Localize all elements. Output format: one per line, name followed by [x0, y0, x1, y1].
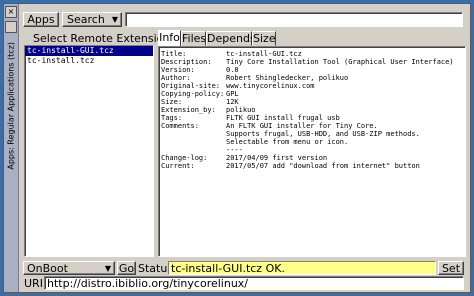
info-value: 2017/04/09 first version	[226, 154, 328, 162]
info-key: Title:	[161, 50, 187, 58]
info-key: Author:	[161, 74, 191, 82]
info-row: Author: Robert Shingledecker, polikuo	[161, 74, 463, 82]
info-row: Description: Tiny Core Installation Tool …	[161, 58, 463, 66]
info-row: Version: 0.8	[161, 66, 463, 74]
extension-list[interactable]: tc-install-GUI.tcz tc-install.tcz	[24, 45, 154, 257]
tab-size[interactable]: Size	[252, 31, 276, 46]
window-title: Apps: Regular Applications (tcz)	[6, 42, 16, 170]
info-key: Current:	[161, 162, 195, 170]
chevron-down-icon: ▼	[104, 264, 111, 273]
info-row: ----	[161, 146, 463, 154]
info-row: Size: 12K	[161, 98, 463, 106]
info-value: ----	[226, 146, 243, 154]
uri-input[interactable]: http://distro.ibiblio.org/tinycorelinux/	[44, 276, 464, 290]
status-field: tc-install-GUI.tcz OK.	[168, 261, 436, 275]
list-item[interactable]: tc-install.tcz	[25, 56, 153, 66]
info-key	[161, 138, 226, 146]
info-value: 0.8	[226, 66, 239, 74]
tab-files[interactable]: Files	[181, 31, 206, 46]
info-key: Version:	[161, 66, 195, 74]
info-row: Supports frugal, USB-HDD, and USB-ZIP me…	[161, 130, 463, 138]
info-value: An FLTK GUI installer for Tiny Core.	[226, 122, 378, 130]
info-row: Comments: An FLTK GUI installer for Tiny …	[161, 122, 463, 130]
info-key: Description:	[161, 58, 212, 66]
info-value: Tiny Core Installation Tool (Graphical U…	[226, 58, 454, 66]
info-value: FLTK GUI install frugal usb	[226, 114, 340, 122]
close-icon[interactable]: ×	[5, 6, 17, 18]
chevron-down-icon: ▼	[111, 15, 118, 24]
info-row: Copying-policy: GPL	[161, 90, 463, 98]
window-title-sidebar: × Apps: Regular Applications (tcz)	[4, 4, 19, 292]
search-input[interactable]	[125, 12, 463, 27]
info-row: Change-log: 2017/04/09 first version	[161, 154, 463, 162]
info-value: 2017/05/07 add "download from internet" …	[226, 162, 420, 170]
info-row: Title: tc-install-GUI.tcz	[161, 50, 463, 58]
info-value: Robert Shingledecker, polikuo	[226, 74, 349, 82]
apps-button[interactable]: Apps	[23, 12, 59, 27]
window-title-container: Apps: Regular Applications (tcz)	[5, 42, 17, 292]
appbrowser-window: × Apps: Regular Applications (tcz) Apps …	[3, 3, 471, 293]
set-button[interactable]: Set	[438, 261, 464, 275]
info-key	[161, 146, 226, 154]
info-key	[161, 130, 226, 138]
info-key: Size:	[161, 98, 183, 106]
info-row: Current: 2017/05/07 add "download from in…	[161, 162, 463, 170]
onboot-dropdown[interactable]: OnBoot ▼	[23, 261, 115, 275]
info-value: www.tinycorelinux.com	[226, 82, 315, 90]
info-key: Change-log:	[161, 154, 208, 162]
list-item[interactable]: tc-install-GUI.tcz	[25, 46, 153, 56]
info-value: polikuo	[226, 106, 256, 114]
info-key: Extension_by:	[161, 106, 216, 114]
search-mode-dropdown[interactable]: Search ▼	[62, 12, 122, 27]
info-key: Original-site:	[161, 82, 221, 90]
info-value: Supports frugal, USB-HDD, and USB-ZIP me…	[226, 130, 420, 138]
info-value: 12K	[226, 98, 239, 106]
tab-info[interactable]: Info	[158, 30, 181, 47]
info-value: GPL	[226, 90, 239, 98]
tab-depends[interactable]: Depends	[206, 31, 256, 46]
info-panel: Title: tc-install-GUI.tcz Description: Tin…	[158, 46, 466, 257]
info-row: Extension_by: polikuo	[161, 106, 463, 114]
info-value: tc-install-GUI.tcz	[226, 50, 302, 58]
info-key: Comments:	[161, 122, 199, 130]
list-title: Select Remote Extension	[33, 32, 171, 45]
search-mode-label: Search	[67, 13, 105, 26]
menu-icon[interactable]	[5, 21, 17, 33]
info-row: Tags: FLTK GUI install frugal usb	[161, 114, 463, 122]
onboot-label: OnBoot	[27, 262, 68, 275]
info-row: Original-site: www.tinycorelinux.com	[161, 82, 463, 90]
go-button[interactable]: Go	[117, 261, 136, 275]
info-key: Tags:	[161, 114, 183, 122]
info-row: Selectable from menu or icon.	[161, 138, 463, 146]
info-key: Copying-policy:	[161, 90, 225, 98]
info-value: Selectable from menu or icon.	[226, 138, 349, 146]
